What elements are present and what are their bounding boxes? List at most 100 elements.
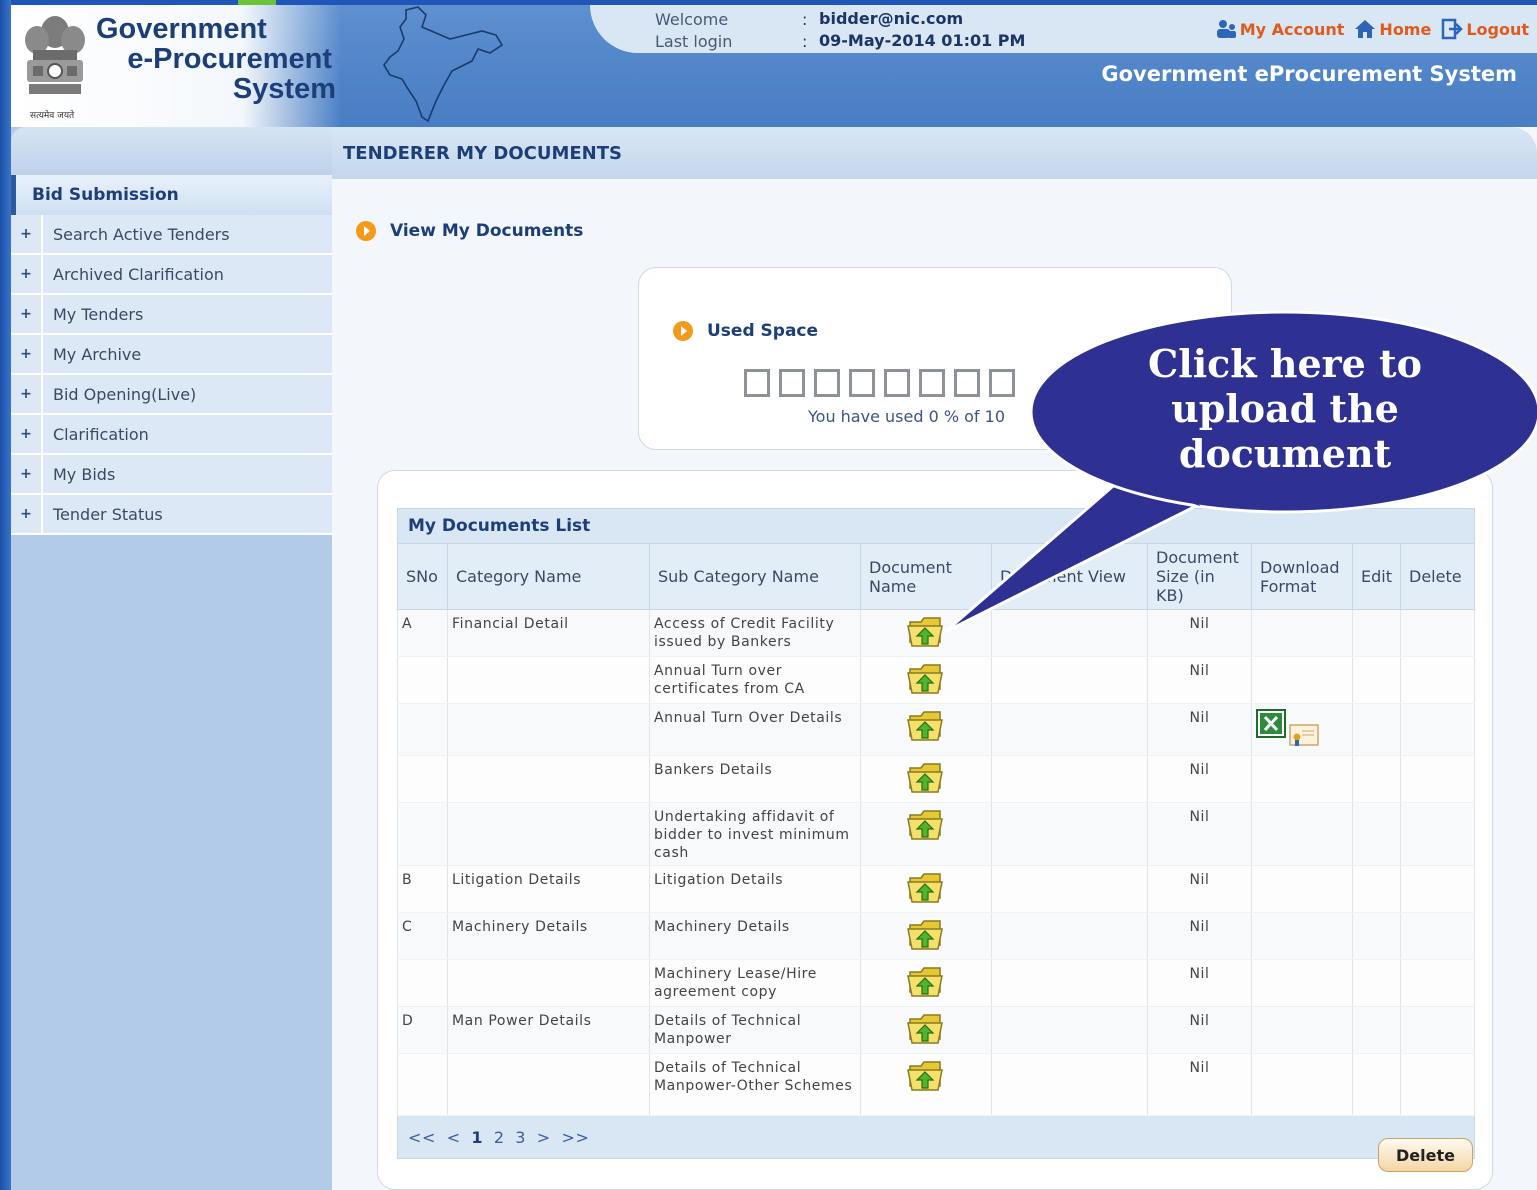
- cell-document-view: [991, 912, 1148, 960]
- sidebar-item-label: Bid Opening(Live): [53, 384, 197, 404]
- meter-segment: [814, 369, 840, 397]
- last-login-label: Last login: [655, 32, 733, 51]
- folder-upload-icon[interactable]: [907, 708, 945, 747]
- folder-upload-icon[interactable]: [907, 1058, 945, 1097]
- cell-category: [447, 755, 650, 803]
- cell-sno: [397, 802, 448, 866]
- emblem-caption: सत्यमेव जयते: [30, 111, 75, 121]
- plus-icon: +: [11, 455, 43, 493]
- cell-download-format: [1251, 865, 1353, 913]
- cell-document-view: [991, 865, 1148, 913]
- excel-icon[interactable]: [1256, 709, 1288, 744]
- view-my-documents-link[interactable]: View My Documents: [390, 221, 583, 241]
- logout-label: Logout: [1466, 19, 1529, 39]
- sidebar-item[interactable]: + Bid Opening(Live): [11, 375, 332, 415]
- cell-delete: [1400, 865, 1475, 913]
- cell-document-size: Nil: [1147, 1006, 1252, 1054]
- sidebar-item[interactable]: + Tender Status: [11, 495, 332, 535]
- folder-upload-icon[interactable]: [907, 917, 945, 956]
- plus-icon: +: [11, 335, 43, 373]
- cell-delete: [1400, 755, 1475, 803]
- col-subcategory: Sub Category Name: [649, 543, 861, 610]
- folder-upload-icon[interactable]: [907, 807, 945, 846]
- sidebar-item-label: Clarification: [53, 424, 149, 444]
- table-row: Undertaking affidavit of bidder to inves…: [397, 802, 1475, 866]
- used-space-meter: [744, 369, 1015, 397]
- cell-sno: C: [397, 912, 448, 960]
- my-account-link[interactable]: My Account: [1215, 19, 1344, 39]
- certificate-icon[interactable]: [1288, 721, 1320, 752]
- folder-upload-icon[interactable]: [907, 870, 945, 909]
- cell-edit: [1352, 1053, 1401, 1116]
- table-row: Machinery Lease/Hire agreement copy Nil: [397, 959, 1475, 1007]
- plus-icon: +: [11, 415, 43, 453]
- cell-category: Financial Detail: [447, 609, 650, 657]
- pager-page-3[interactable]: 3: [515, 1128, 526, 1147]
- meter-segment: [954, 369, 980, 397]
- pager-page-2[interactable]: 2: [494, 1128, 505, 1147]
- cell-document-size: Nil: [1147, 703, 1252, 756]
- folder-upload-icon[interactable]: [907, 661, 945, 700]
- cell-document-view: [991, 656, 1148, 704]
- cell-delete: [1400, 609, 1475, 657]
- table-row: D Man Power Details Details of Technical M…: [397, 1006, 1475, 1054]
- folder-upload-icon[interactable]: [907, 1011, 945, 1050]
- sidebar-item-label: My Tenders: [53, 304, 144, 324]
- pager-last[interactable]: >>: [561, 1128, 589, 1147]
- sidebar-item[interactable]: + My Archive: [11, 335, 332, 375]
- cell-subcategory: Bankers Details: [649, 755, 861, 803]
- table-row: Annual Turn Over Details Nil: [397, 703, 1475, 756]
- sidebar-item[interactable]: + Clarification: [11, 415, 332, 455]
- delete-button[interactable]: Delete: [1378, 1138, 1473, 1172]
- sidebar-item-label: Search Active Tenders: [53, 224, 230, 244]
- cell-download-format: [1251, 703, 1353, 756]
- pager-first[interactable]: <<: [408, 1128, 436, 1147]
- cell-subcategory: Machinery Lease/Hire agreement copy: [649, 959, 861, 1007]
- folder-upload-icon[interactable]: [907, 760, 945, 799]
- home-link[interactable]: Home: [1354, 18, 1431, 40]
- folder-upload-icon[interactable]: [907, 614, 945, 653]
- callout-line-3: document: [1178, 431, 1392, 476]
- cell-sno: [397, 959, 448, 1007]
- sidebar-item[interactable]: + Archived Clarification: [11, 255, 332, 295]
- national-emblem-icon: [25, 16, 85, 94]
- welcome-user: bidder@nic.com: [819, 9, 964, 28]
- table-header-row: SNo Category Name Sub Category Name Docu…: [397, 543, 1475, 610]
- table-row: B Litigation Details Litigation Details Nil: [397, 865, 1475, 913]
- cell-delete: [1400, 912, 1475, 960]
- user-icon: [1216, 20, 1236, 38]
- folder-upload-icon[interactable]: [907, 964, 945, 1003]
- cell-download-format: [1251, 959, 1353, 1007]
- cell-category: [447, 656, 650, 704]
- plus-icon: +: [11, 215, 43, 253]
- cell-sno: B: [397, 865, 448, 913]
- cell-edit: [1352, 865, 1401, 913]
- table-row: Bankers Details Nil: [397, 755, 1475, 803]
- cell-subcategory: Undertaking affidavit of bidder to inves…: [649, 802, 861, 866]
- cell-document-name: [860, 802, 992, 866]
- sidebar-item[interactable]: + Search Active Tenders: [11, 215, 332, 255]
- cell-category: Man Power Details: [447, 1006, 650, 1054]
- col-category: Category Name: [447, 543, 650, 610]
- cell-delete: [1400, 1006, 1475, 1054]
- cell-edit: [1352, 609, 1401, 657]
- cell-document-name: [860, 959, 992, 1007]
- left-edge-strip: [0, 0, 11, 1190]
- sidebar-item[interactable]: + My Bids: [11, 455, 332, 495]
- col-sno: SNo: [397, 543, 448, 610]
- cell-document-name: [860, 1006, 992, 1054]
- pager-next[interactable]: >: [537, 1128, 551, 1147]
- cell-document-name: [860, 1053, 992, 1116]
- cell-category: [447, 959, 650, 1007]
- meter-segment: [919, 369, 945, 397]
- pager-page-1[interactable]: 1: [471, 1128, 483, 1147]
- cell-edit: [1352, 912, 1401, 960]
- used-space-title: Used Space: [707, 321, 819, 341]
- pager-prev[interactable]: <: [447, 1128, 461, 1147]
- sidebar-item[interactable]: + My Tenders: [11, 295, 332, 335]
- callout-line-1: Click here to: [1148, 341, 1422, 386]
- cell-document-name: [860, 609, 992, 657]
- logout-link[interactable]: Logout: [1441, 18, 1529, 40]
- cell-document-view: [991, 755, 1148, 803]
- pagination: << < 1 2 3 > >>: [408, 1128, 594, 1147]
